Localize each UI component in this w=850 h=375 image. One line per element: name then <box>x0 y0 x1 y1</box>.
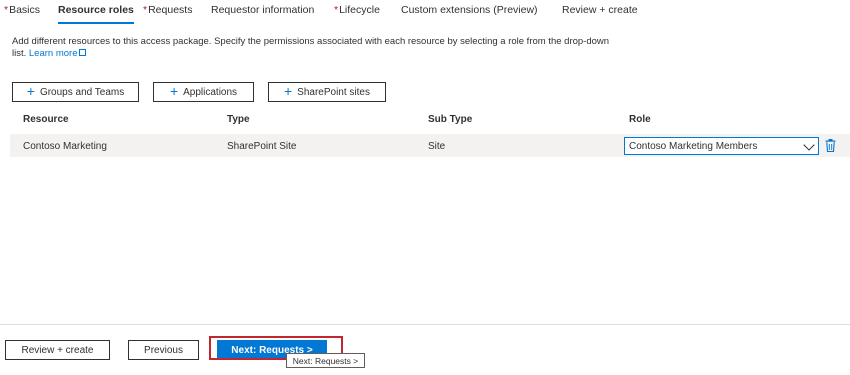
add-groups-teams-label: Groups and Teams <box>39 86 125 98</box>
delete-icon[interactable] <box>825 139 836 152</box>
tab-requests[interactable]: *Requests <box>143 4 192 16</box>
required-marker: * <box>143 4 148 16</box>
add-sharepoint-sites-label: SharePoint sites <box>297 86 370 98</box>
tab-review-create-label: Review + create <box>562 4 638 16</box>
tab-resource-roles[interactable]: Resource roles <box>58 4 134 24</box>
plus-icon: + <box>169 83 179 99</box>
role-dropdown[interactable]: Contoso Marketing Members <box>624 137 819 155</box>
header-role: Role <box>629 114 651 125</box>
cell-sub-type: Site <box>428 141 446 152</box>
tab-lifecycle-label: Lifecycle <box>339 4 380 16</box>
tab-lifecycle[interactable]: *Lifecycle <box>334 4 380 16</box>
cell-resource: Contoso Marketing <box>23 141 107 152</box>
tab-custom-extensions[interactable]: Custom extensions (Preview) <box>401 4 538 16</box>
previous-button[interactable]: Previous <box>128 340 199 360</box>
plus-icon: + <box>26 83 35 99</box>
plus-icon: + <box>283 83 293 99</box>
add-applications-button[interactable]: + Applications <box>153 82 254 102</box>
tab-basics[interactable]: *Basics <box>4 4 40 16</box>
chevron-down-icon <box>803 139 815 151</box>
previous-label: Previous <box>144 344 183 356</box>
learn-more-label: Learn more <box>28 48 78 59</box>
role-dropdown-value: Contoso Marketing Members <box>629 140 758 152</box>
learn-more-link[interactable]: Learn more <box>29 48 87 59</box>
tooltip: Next: Requests > <box>286 353 365 368</box>
tab-basics-label: Basics <box>9 4 41 16</box>
tab-review-create[interactable]: Review + create <box>562 4 638 16</box>
add-applications-label: Applications <box>183 86 238 98</box>
tab-requests-label: Requests <box>148 4 193 16</box>
tab-custom-extensions-label: Custom extensions (Preview) <box>401 4 538 16</box>
required-marker: * <box>4 4 9 16</box>
tab-resource-roles-label: Resource roles <box>58 4 134 16</box>
description-text: Add different resources to this access p… <box>12 36 610 59</box>
tab-requestor-information-label: Requestor information <box>211 4 315 16</box>
header-sub-type: Sub Type <box>428 114 473 125</box>
cell-type: SharePoint Site <box>227 141 297 152</box>
wizard-tabs: *Basics Resource roles *Requests Request… <box>0 0 850 24</box>
review-create-button[interactable]: Review + create <box>5 340 110 360</box>
header-type: Type <box>227 114 250 125</box>
review-create-label: Review + create <box>21 344 94 356</box>
external-link-icon <box>79 49 87 56</box>
add-groups-teams-button[interactable]: + Groups and Teams <box>12 82 139 102</box>
description: Add different resources to this access p… <box>12 36 612 60</box>
footer-divider <box>0 324 850 325</box>
tab-requestor-information[interactable]: Requestor information <box>211 4 314 16</box>
header-resource: Resource <box>23 114 69 125</box>
add-sharepoint-sites-button[interactable]: + SharePoint sites <box>268 82 386 102</box>
required-marker: * <box>334 4 339 16</box>
